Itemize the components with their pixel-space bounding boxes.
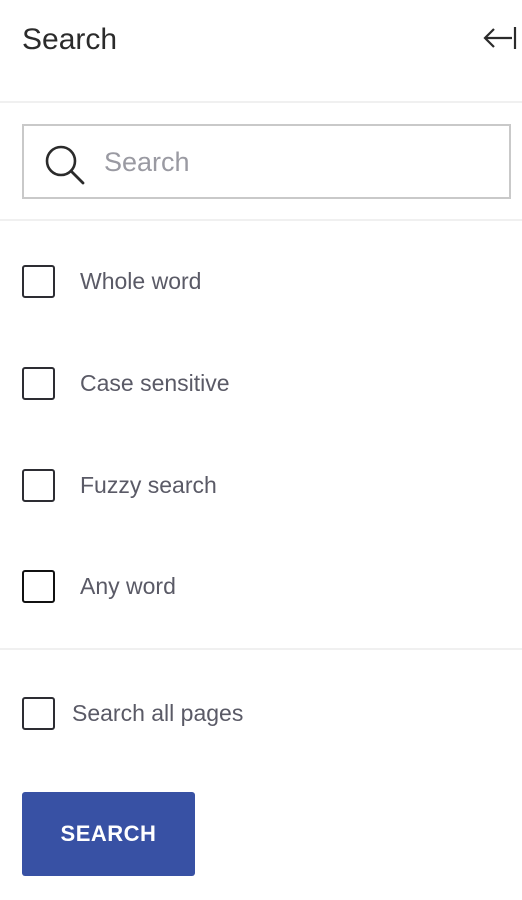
case-sensitive-label: Case sensitive (80, 370, 230, 396)
panel-header: Search (0, 0, 522, 82)
whole-word-checkbox[interactable] (22, 265, 55, 298)
option-fuzzy-search[interactable]: Fuzzy search (22, 469, 252, 503)
collapse-left-icon[interactable] (482, 22, 520, 54)
search-all-pages-label: Search all pages (72, 700, 244, 726)
fuzzy-search-checkbox[interactable] (22, 469, 55, 502)
whole-word-label: Whole word (80, 268, 202, 294)
any-word-checkbox[interactable] (22, 570, 55, 603)
option-search-all-pages[interactable]: Search all pages (22, 697, 262, 731)
search-icon (44, 144, 86, 186)
search-all-pages-checkbox[interactable] (22, 697, 55, 730)
option-any-word[interactable]: Any word (22, 570, 222, 604)
divider (0, 219, 522, 221)
option-whole-word[interactable]: Whole word (22, 265, 242, 299)
fuzzy-search-label: Fuzzy search (80, 472, 217, 498)
search-panel: Search Whole word Case sensitive Fuzzy (0, 0, 522, 900)
option-case-sensitive[interactable]: Case sensitive (22, 367, 262, 401)
search-button[interactable]: SEARCH (22, 792, 195, 876)
search-field[interactable] (22, 124, 511, 199)
panel-title: Search (22, 23, 118, 56)
divider (0, 101, 522, 103)
any-word-label: Any word (80, 573, 176, 599)
divider (0, 648, 522, 650)
search-input[interactable] (104, 136, 494, 188)
case-sensitive-checkbox[interactable] (22, 367, 55, 400)
